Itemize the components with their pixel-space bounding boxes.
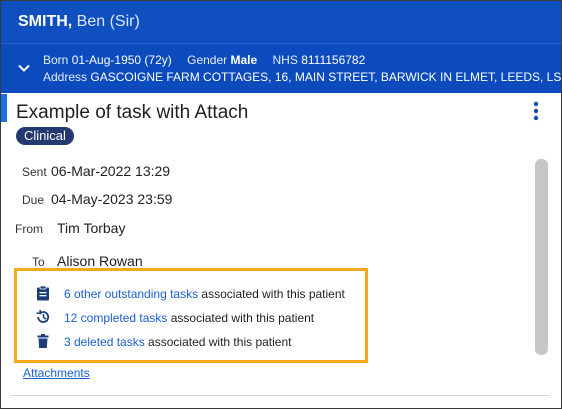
gender-label: Gender	[187, 53, 228, 67]
born-label: Born	[43, 53, 69, 67]
outstanding-tasks-link[interactable]: 6 other outstanding tasks	[64, 287, 198, 301]
history-icon	[36, 309, 50, 323]
patient-surname: SMITH,	[18, 13, 73, 30]
due-value: 04-May-2023 23:59	[51, 191, 173, 207]
completed-tasks-link[interactable]: 12 completed tasks	[64, 311, 167, 325]
task-title: Example of task with Attach	[16, 102, 249, 123]
chevron-down-icon[interactable]	[16, 60, 32, 76]
to-label: To	[32, 255, 45, 269]
completed-tasks-suffix: associated with this patient	[167, 311, 315, 325]
address-label: Address	[43, 70, 88, 84]
nhs-value: 8111156782	[301, 53, 366, 67]
outstanding-tasks-suffix: associated with this patient	[198, 287, 345, 301]
gender-value: Male	[230, 53, 258, 67]
sent-value: 06-Mar-2022 13:29	[51, 163, 171, 179]
attachments-link[interactable]: Attachments	[23, 366, 90, 380]
due-label: Due	[22, 193, 45, 207]
patient-address: Address GASCOIGNE FARM COTTAGES, 16, MAI…	[43, 70, 562, 84]
born-value: 01-Aug-1950 (72y)	[71, 53, 172, 67]
patient-name[interactable]: SMITH, Ben (Sir)	[18, 13, 140, 31]
clipboard-icon	[37, 285, 49, 301]
address-value: GASCOIGNE FARM COTTAGES, 16, MAIN STREET…	[90, 70, 562, 84]
selection-accent	[1, 94, 7, 122]
deleted-tasks-link[interactable]: 3 deleted tasks	[64, 335, 145, 349]
patient-details-bar: Born 01-Aug-1950 (72y) Gender Male NHS 8…	[1, 43, 561, 93]
patient-banner: SMITH, Ben (Sir)	[1, 1, 561, 43]
to-value: Alison Rowan	[57, 253, 143, 269]
category-tag: Clinical	[16, 127, 74, 145]
from-label: From	[15, 222, 43, 236]
patient-demographics: Born 01-Aug-1950 (72y) Gender Male NHS 8…	[43, 53, 365, 67]
task-window: SMITH, Ben (Sir) Born 01-Aug-1950 (72y) …	[0, 0, 562, 409]
nhs-label: NHS	[272, 53, 298, 67]
deleted-tasks-suffix: associated with this patient	[144, 335, 292, 349]
scrollbar-thumb[interactable]	[535, 159, 548, 355]
more-options-icon[interactable]	[528, 100, 544, 122]
trash-icon	[37, 334, 49, 348]
sent-label: Sent	[22, 165, 47, 179]
patient-given-name: Ben (Sir)	[76, 13, 140, 30]
from-value: Tim Torbay	[57, 220, 126, 236]
divider	[10, 395, 550, 396]
